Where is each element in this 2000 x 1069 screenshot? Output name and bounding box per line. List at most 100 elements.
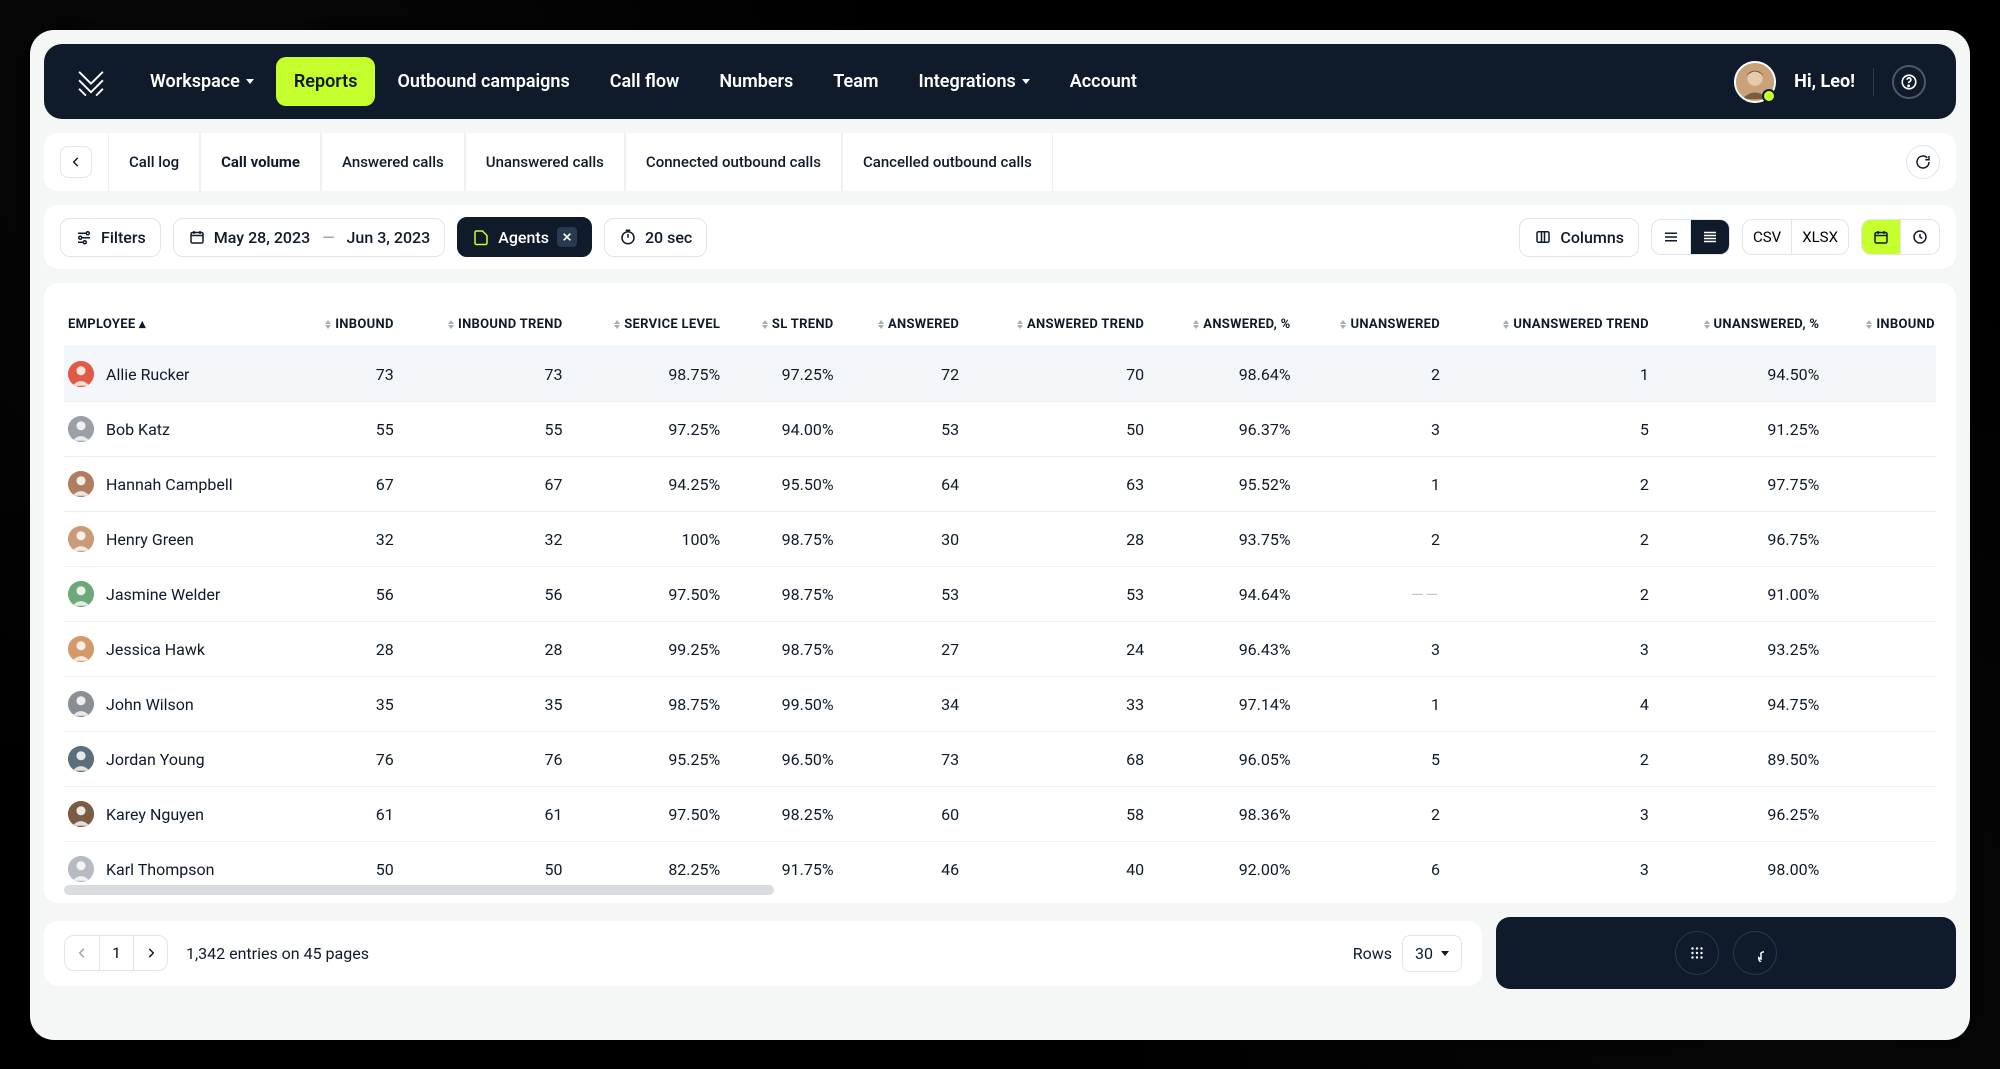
calendar-view-button[interactable] [1862,220,1900,254]
time-view-button[interactable] [1900,220,1939,254]
horizontal-scrollbar[interactable] [64,885,774,895]
nav-numbers[interactable]: Numbers [701,57,811,106]
nav-account[interactable]: Account [1052,57,1155,106]
col-unanswered_trend[interactable]: UNANSWERED TREND [1448,303,1657,347]
col-answered_pct[interactable]: ANSWERED, % [1152,303,1298,347]
cell-service_level: 97.50% [571,567,729,622]
employee-cell: Jasmine Welder [64,567,292,622]
cell-inbound: 55 [292,402,401,457]
chevron-down-icon [1022,79,1030,84]
col-employee[interactable]: EMPLOYEE ▴ [64,303,292,347]
nav-workspace[interactable]: Workspace [132,57,272,106]
export-xlsx[interactable]: XLSX [1791,220,1848,254]
sort-handle-icon [325,320,331,329]
rows-value: 30 [1415,944,1433,963]
col-answered_trend[interactable]: ANSWERED TREND [967,303,1152,347]
user-avatar[interactable] [1734,61,1776,103]
sort-handle-icon [762,320,768,329]
pager-current[interactable]: 1 [99,936,133,970]
table-row[interactable]: John Wilson353598.75%99.50%343397.14%149… [64,677,1936,732]
table-row[interactable]: Jessica Hawk282899.25%98.75%272496.43%33… [64,622,1936,677]
cell-unanswered: 1 [1299,677,1448,732]
col-answered[interactable]: ANSWERED [842,303,968,347]
density-compact[interactable] [1652,220,1690,254]
cell-answered: 73 [842,732,968,787]
cell-sl_trend: 99.50% [728,677,841,732]
agents-filter-remove[interactable] [557,227,577,247]
dialpad-button[interactable] [1675,931,1719,975]
cell-answered_trend: 58 [967,787,1152,842]
columns-label: Columns [1560,228,1624,247]
table-row[interactable]: Allie Rucker737398.75%97.25%727098.64%21… [64,347,1936,402]
nav-outbound-campaigns[interactable]: Outbound campaigns [379,57,587,106]
col-inbound_cc[interactable]: INBOUND CC [1827,303,1936,347]
pager-next[interactable] [133,936,167,970]
export-csv[interactable]: CSV [1743,220,1791,254]
table-scroll[interactable]: EMPLOYEE ▴INBOUNDINBOUND TRENDSERVICE LE… [64,303,1936,883]
cell-inbound_trend: 67 [402,457,571,512]
employee-cell: Jessica Hawk [64,622,292,677]
refresh-button[interactable] [1906,145,1940,179]
employee-avatar [68,636,94,662]
nav-reports[interactable]: Reports [276,57,376,106]
col-unanswered[interactable]: UNANSWERED [1299,303,1448,347]
col-inbound[interactable]: INBOUND [292,303,401,347]
table-row[interactable]: Karey Nguyen616197.50%98.25%605898.36%23… [64,787,1936,842]
tab-call-volume[interactable]: Call volume [200,133,321,191]
table-row[interactable]: Henry Green3232100%98.75%302893.75%2296.… [64,512,1936,567]
columns-button[interactable]: Columns [1519,218,1639,257]
cell-sl_trend: 97.25% [728,347,841,402]
col-sl_trend[interactable]: SL TREND [728,303,841,347]
back-button[interactable] [60,146,92,178]
table-row[interactable]: Bob Katz555597.25%94.00%535096.37%3591.2… [64,402,1936,457]
nav-team[interactable]: Team [815,57,896,106]
greeting-text: Hi, Leo! [1794,71,1855,92]
sort-handle-icon [1340,320,1346,329]
table-row[interactable]: Jordan Young767695.25%96.50%736896.05%52… [64,732,1936,787]
duration-filter[interactable]: 20 sec [604,218,707,257]
cell-answered_trend: 40 [967,842,1152,884]
rows-select[interactable]: 30 [1402,935,1462,972]
tab-connected-outbound-calls[interactable]: Connected outbound calls [625,133,842,191]
cell-inbound: 61 [292,787,401,842]
pager-prev[interactable] [65,936,99,970]
date-sep: — [318,228,338,247]
nav-integrations[interactable]: Integrations [901,57,1048,106]
col-service_level[interactable]: SERVICE LEVEL [571,303,729,347]
cell-unanswered_trend: 2 [1448,567,1657,622]
cell-inbound_cc [1827,787,1936,842]
cell-service_level: 97.50% [571,787,729,842]
cell-service_level: 100% [571,512,729,567]
date-range-picker[interactable]: May 28, 2023 — Jun 3, 2023 [173,218,445,257]
brand-logo[interactable] [74,65,108,99]
employee-cell: Jordan Young [64,732,292,787]
rows-per-page: Rows 30 [1353,935,1462,972]
table-row[interactable]: Jasmine Welder565697.50%98.75%535394.64%… [64,567,1936,622]
tab-answered-calls[interactable]: Answered calls [321,133,465,191]
chat-button[interactable] [1733,931,1777,975]
employee-name: Jasmine Welder [106,585,220,604]
agents-filter-chip[interactable]: Agents [457,217,592,257]
cell-inbound_cc [1827,842,1936,884]
col-inbound_trend[interactable]: INBOUND TREND [402,303,571,347]
presence-indicator [1762,89,1776,103]
nav-call-flow[interactable]: Call flow [592,57,698,106]
cell-sl_trend: 94.00% [728,402,841,457]
cell-unanswered: 2 [1299,347,1448,402]
tab-call-log[interactable]: Call log [108,133,200,191]
col-unanswered_pct[interactable]: UNANSWERED, % [1657,303,1827,347]
help-button[interactable] [1892,65,1926,99]
cell-answered_pct: 95.52% [1152,457,1298,512]
table-row[interactable]: Karl Thompson505082.25%91.75%464092.00%6… [64,842,1936,884]
employee-avatar [68,801,94,827]
density-detailed[interactable] [1690,220,1729,254]
pager-panel: 1 1,342 entries on 45 pages Rows 30 [44,921,1482,986]
tab-unanswered-calls[interactable]: Unanswered calls [465,133,625,191]
cell-unanswered_pct: 93.25% [1657,622,1827,677]
filters-button[interactable]: Filters [60,218,161,257]
table-row[interactable]: Hannah Campbell676794.25%95.50%646395.52… [64,457,1936,512]
employee-cell: Karl Thompson [64,842,292,884]
tab-cancelled-outbound-calls[interactable]: Cancelled outbound calls [842,133,1053,191]
cell-unanswered_trend: 2 [1448,732,1657,787]
report-table: EMPLOYEE ▴INBOUNDINBOUND TRENDSERVICE LE… [64,303,1936,883]
